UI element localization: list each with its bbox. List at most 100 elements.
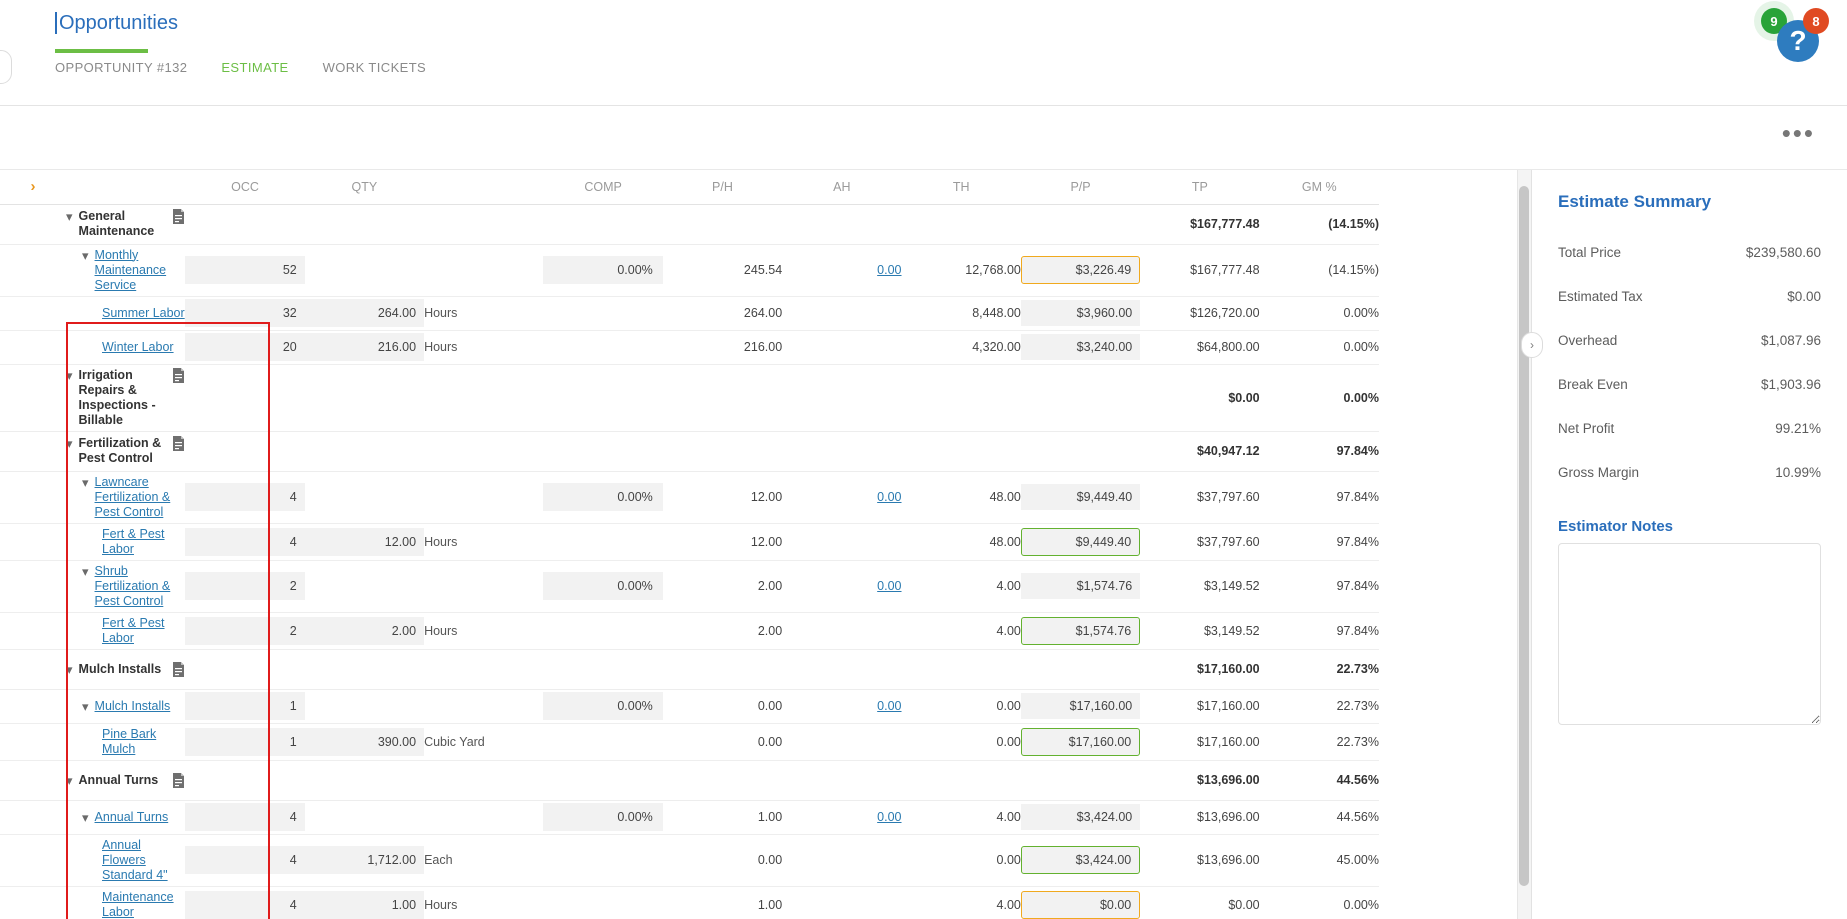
item-row[interactable]: Summer Labor 32 264.00 Hours 264.00 8,448.00 $…	[0, 296, 1379, 331]
service-row[interactable]: ▾ Lawncare Fertilization & Pest Control 4 0…	[0, 471, 1379, 524]
qty-value[interactable]: 2.00	[304, 616, 425, 645]
group-row[interactable]: ▾ Annual Turns $13,696.00 44.56%	[0, 760, 1379, 801]
group-row[interactable]: ▾ Mulch Installs $17,160.00 22.73%	[0, 649, 1379, 690]
occ-value[interactable]: 4	[185, 527, 305, 556]
row-label[interactable]: Maintenance Labor	[102, 890, 185, 919]
chevron-down-icon[interactable]: ▾	[66, 662, 73, 677]
occ-value[interactable]: 1	[185, 727, 305, 756]
item-row[interactable]: Winter Labor 20 216.00 Hours 216.00 4,320.00 $…	[0, 330, 1379, 365]
ph-cell[interactable]: 12.00	[662, 523, 783, 561]
tab-work-tickets[interactable]: WORK TICKETS	[323, 60, 427, 83]
service-row[interactable]: ▾ Annual Turns 4 0.00% 1.00 0.00 4.00 $3,424.00…	[0, 800, 1379, 835]
item-row[interactable]: Annual Flowers Standard 4" 4 1,712.00 Each 0…	[0, 834, 1379, 887]
pp-value[interactable]: $3,424.00	[1020, 846, 1141, 874]
occ-value[interactable]: 4	[185, 483, 305, 511]
chevron-down-icon[interactable]: ▾	[66, 436, 73, 451]
ph-cell[interactable]	[662, 204, 783, 245]
col-header-ah[interactable]: AH	[782, 170, 902, 205]
col-header-tp[interactable]: TP	[1140, 170, 1260, 205]
qty-value[interactable]: 1.00	[304, 890, 425, 919]
pp-value[interactable]: $3,226.49	[1020, 256, 1141, 284]
comp-value[interactable]: 0.00%	[543, 572, 663, 600]
ah-link[interactable]: 0.00	[877, 263, 901, 277]
tab-estimate[interactable]: ESTIMATE	[221, 60, 288, 83]
ph-cell[interactable]: 0.00	[662, 689, 783, 724]
occ-value[interactable]: 1	[185, 692, 305, 720]
ph-cell[interactable]: 12.00	[662, 471, 783, 524]
item-row[interactable]: Fert & Pest Labor 4 12.00 Hours 12.00 48.00 $9…	[0, 523, 1379, 561]
alerts-badge-red[interactable]: 8	[1803, 8, 1829, 34]
comp-value[interactable]: 0.00%	[543, 692, 663, 720]
pp-value[interactable]: $9,449.40	[1020, 484, 1141, 510]
col-header-qty[interactable]: QTY	[304, 170, 425, 205]
row-label[interactable]: Pine Bark Mulch	[102, 727, 185, 757]
col-header-pp[interactable]: P/P	[1020, 170, 1141, 205]
pp-value[interactable]: $3,424.00	[1020, 804, 1141, 830]
row-label[interactable]: Annual Flowers Standard 4"	[102, 838, 185, 883]
estimator-notes-input[interactable]	[1558, 543, 1821, 725]
occ-value[interactable]: 4	[185, 890, 305, 919]
item-row[interactable]: Maintenance Labor 4 1.00 Hours 1.00 4.00 $0.00…	[0, 886, 1379, 919]
row-label[interactable]: Mulch Installs	[95, 699, 186, 714]
row-label[interactable]: Fert & Pest Labor	[102, 616, 185, 646]
row-label[interactable]: Monthly Maintenance Service	[95, 248, 186, 293]
qty-value[interactable]: 390.00	[304, 727, 425, 756]
left-panel-handle[interactable]	[0, 50, 12, 84]
ph-cell[interactable]: 245.54	[662, 244, 783, 297]
occ-value[interactable]: 4	[185, 803, 305, 831]
document-icon[interactable]	[172, 436, 185, 451]
row-label[interactable]: Annual Turns	[95, 810, 186, 825]
ph-cell[interactable]: 1.00	[662, 886, 783, 919]
grid-scroll-thumb[interactable]	[1519, 186, 1529, 886]
occ-value[interactable]: 2	[185, 616, 305, 645]
chevron-down-icon[interactable]: ▾	[82, 810, 89, 825]
pp-value[interactable]: $1,574.76	[1020, 573, 1141, 599]
col-header-th[interactable]: TH	[901, 170, 1021, 205]
pp-value[interactable]: $1,574.76	[1020, 616, 1141, 645]
document-icon[interactable]	[172, 367, 185, 383]
ah-link[interactable]: 0.00	[877, 490, 901, 504]
qty-value[interactable]: 264.00	[304, 299, 425, 327]
chevron-down-icon[interactable]: ▾	[66, 368, 73, 383]
tab-opportunity[interactable]: OPPORTUNITY #132	[55, 60, 187, 83]
pp-value[interactable]: $0.00	[1020, 890, 1141, 919]
service-row[interactable]: ▾ Mulch Installs 1 0.00% 0.00 0.00 0.00 $17,160…	[0, 689, 1379, 724]
ph-cell[interactable]	[662, 649, 783, 690]
pp-value[interactable]: $3,240.00	[1020, 334, 1141, 360]
document-icon[interactable]	[172, 772, 185, 788]
chevron-down-icon[interactable]: ▾	[66, 209, 73, 224]
ph-cell[interactable]: 0.00	[662, 834, 783, 887]
grid-vertical-scrollbar[interactable]	[1517, 170, 1531, 919]
ph-cell[interactable]: 216.00	[662, 330, 783, 365]
occ-value[interactable]: 20	[185, 333, 305, 361]
ph-cell[interactable]: 0.00	[662, 723, 783, 761]
comp-value[interactable]: 0.00%	[543, 256, 663, 284]
row-label[interactable]: Fert & Pest Labor	[102, 527, 185, 557]
pp-value[interactable]: $9,449.40	[1020, 527, 1141, 556]
occ-value[interactable]: 2	[185, 572, 305, 600]
pp-value[interactable]: $17,160.00	[1020, 693, 1141, 719]
row-label[interactable]: Lawncare Fertilization & Pest Control	[95, 475, 186, 520]
col-header-occ[interactable]: OCC	[185, 170, 305, 205]
row-label[interactable]: Shrub Fertilization & Pest Control	[95, 564, 186, 609]
chevron-down-icon[interactable]: ▾	[66, 773, 73, 788]
row-label[interactable]: Winter Labor	[102, 340, 185, 355]
overflow-menu-icon[interactable]: •••	[1782, 120, 1815, 146]
document-icon[interactable]	[172, 209, 185, 224]
occ-value[interactable]: 4	[185, 846, 305, 874]
ph-cell[interactable]	[662, 364, 783, 432]
document-icon[interactable]	[172, 661, 185, 677]
chevron-down-icon[interactable]: ▾	[82, 699, 89, 714]
qty-value[interactable]: 1,712.00	[304, 846, 425, 874]
ph-cell[interactable]	[662, 431, 783, 472]
ph-cell[interactable]	[662, 760, 783, 801]
item-row[interactable]: Pine Bark Mulch 1 390.00 Cubic Yard 0.00 0.00…	[0, 723, 1379, 761]
service-row[interactable]: ▾ Monthly Maintenance Service 52 0.00% 245.5…	[0, 244, 1379, 297]
ph-cell[interactable]: 2.00	[662, 560, 783, 613]
ph-cell[interactable]: 264.00	[662, 296, 783, 331]
occ-value[interactable]: 52	[185, 256, 305, 284]
col-header-ph[interactable]: P/H	[662, 170, 783, 205]
qty-value[interactable]: 216.00	[304, 333, 425, 361]
comp-value[interactable]: 0.00%	[543, 483, 663, 511]
chevron-right-icon[interactable]: ›	[31, 178, 36, 195]
